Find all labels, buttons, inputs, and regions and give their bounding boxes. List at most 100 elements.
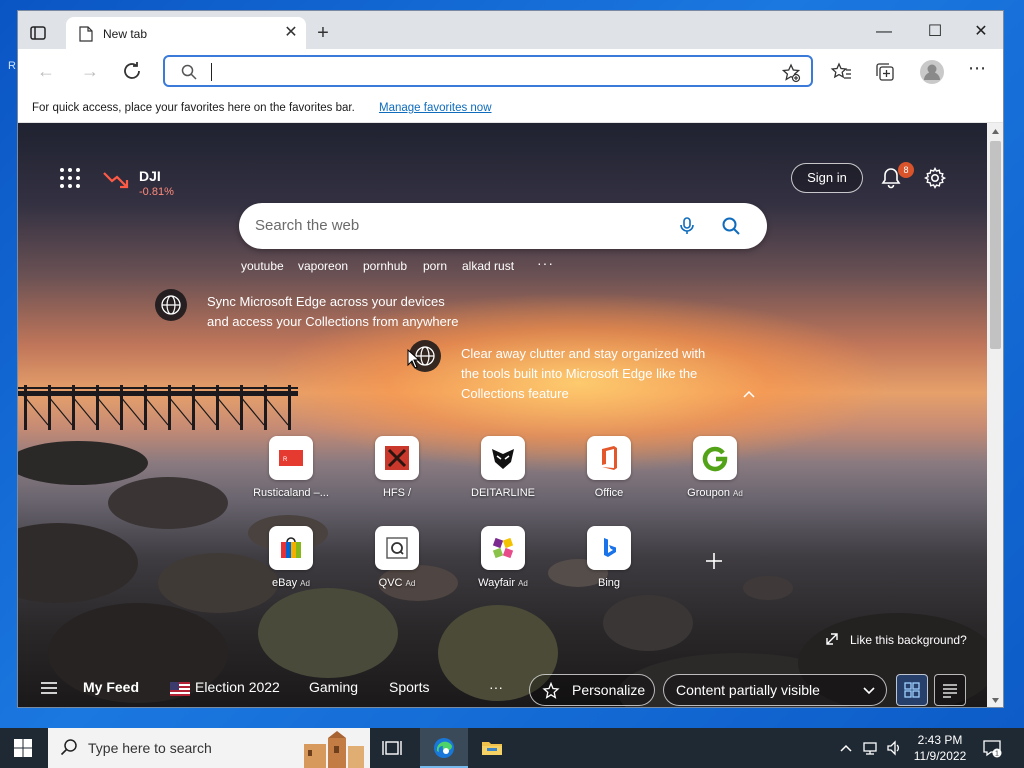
tile-label: Wayfair Ad <box>478 577 528 589</box>
task-view-button[interactable] <box>368 728 416 768</box>
system-clock[interactable]: 2:43 PM 11/9/2022 <box>912 732 968 764</box>
grid-view-button[interactable] <box>896 674 928 706</box>
tile-label: DEITARLINE <box>471 487 535 499</box>
address-bar[interactable] <box>163 55 813 87</box>
tab-election[interactable]: Election 2022 <box>195 679 280 695</box>
volume-icon[interactable] <box>886 740 902 756</box>
personalize-label: Personalize <box>572 682 646 698</box>
network-icon[interactable] <box>862 740 878 756</box>
stock-down-icon <box>103 172 129 189</box>
tab-new-tab[interactable]: New tab ✕ <box>66 17 306 49</box>
tab-sports[interactable]: Sports <box>389 679 429 695</box>
content-visibility-label: Content partially visible <box>676 682 820 698</box>
profile-avatar[interactable] <box>919 59 945 85</box>
web-search-icon[interactable] <box>721 216 741 236</box>
web-search-placeholder: Search the web <box>255 217 360 234</box>
quick-link-tile[interactable]: DEITARLINE <box>449 436 557 516</box>
tile-label: Bing <box>597 577 621 589</box>
mouse-cursor-icon <box>407 349 421 369</box>
new-tab-button[interactable]: + <box>312 23 334 45</box>
quick-link-tile[interactable]: Groupon Ad <box>661 436 769 516</box>
bing-icon <box>587 526 631 570</box>
add-shortcut-icon[interactable] <box>704 551 724 571</box>
chevron-down-icon <box>863 687 875 695</box>
tile-label: Rusticaland –... <box>253 487 329 499</box>
vertical-scrollbar[interactable] <box>987 123 1003 707</box>
tab-strip: New tab ✕ + — ☐ ✕ <box>18 11 1003 49</box>
quick-link-tile[interactable]: Office <box>555 436 663 516</box>
expand-icon[interactable] <box>825 632 839 646</box>
stock-change: -0.81% <box>139 186 174 198</box>
tile-label: QVC Ad <box>378 577 416 589</box>
deitarline-icon <box>481 436 525 480</box>
scrollbar-thumb[interactable] <box>990 141 1001 349</box>
close-tab-icon[interactable]: ✕ <box>280 22 302 44</box>
collections-tip[interactable]: Clear away clutter and stay organized wi… <box>461 344 711 404</box>
minimize-button[interactable]: — <box>870 19 898 45</box>
search-icon <box>60 739 77 756</box>
page-settings-gear-icon[interactable] <box>924 167 946 189</box>
favorites-bar: For quick access, place your favorites h… <box>18 93 1003 123</box>
taskbar-file-explorer[interactable] <box>468 728 516 768</box>
list-view-button[interactable] <box>934 674 966 706</box>
rusticaland-icon: R <box>269 436 313 480</box>
close-window-button[interactable]: ✕ <box>967 19 995 45</box>
web-search-box[interactable]: Search the web <box>239 203 767 249</box>
folder-icon <box>482 742 502 755</box>
feed-bar: My Feed Election 2022 Gaming Sports ··· … <box>18 667 987 707</box>
tab-actions-icon[interactable] <box>28 23 48 43</box>
task-view-icon <box>382 741 402 755</box>
taskbar-search-placeholder: Type here to search <box>88 740 212 756</box>
maximize-button[interactable]: ☐ <box>921 19 949 45</box>
stock-name[interactable]: DJI <box>139 168 161 184</box>
refresh-icon[interactable] <box>120 59 144 83</box>
quick-link-tile[interactable]: R Rusticaland –... <box>237 436 345 516</box>
office-icon <box>587 436 631 480</box>
taskbar-edge[interactable] <box>420 728 468 768</box>
trending-link[interactable]: pornhub <box>363 259 407 273</box>
tile-label: eBay Ad <box>272 577 310 589</box>
taskbar-search-box[interactable]: Type here to search <box>48 728 370 768</box>
trending-more-button[interactable]: ··· <box>537 255 554 271</box>
quick-link-tile[interactable]: Wayfair Ad <box>449 526 557 606</box>
groupon-icon <box>693 436 737 480</box>
action-center-icon[interactable]: 1 <box>982 738 1002 758</box>
like-background-link[interactable]: Like this background? <box>850 633 967 647</box>
page-icon <box>79 26 93 42</box>
tab-my-feed[interactable]: My Feed <box>83 679 139 695</box>
scroll-down-arrow[interactable] <box>991 697 1000 705</box>
windows-start-icon[interactable] <box>14 739 32 757</box>
new-tab-page: DJI -0.81% Sign in 8 Search the web yout… <box>18 123 987 707</box>
sync-tip[interactable]: Sync Microsoft Edge across your devices … <box>207 292 467 332</box>
menu-icon[interactable] <box>40 681 58 695</box>
trending-link[interactable]: youtube <box>241 259 284 273</box>
microphone-icon[interactable] <box>677 216 697 236</box>
trending-link[interactable]: porn <box>423 259 447 273</box>
collections-icon[interactable] <box>874 61 896 83</box>
tab-title: New tab <box>103 27 148 41</box>
quick-link-tile[interactable]: Bing <box>555 526 663 606</box>
apps-grid-icon[interactable] <box>58 166 82 190</box>
favorites-icon[interactable] <box>830 61 852 83</box>
forward-button[interactable]: → <box>76 57 104 85</box>
settings-menu-button[interactable]: ⋯ <box>966 58 988 80</box>
scroll-up-arrow[interactable] <box>991 127 1000 135</box>
show-hidden-icons-icon[interactable] <box>838 740 854 756</box>
add-favorite-icon[interactable] <box>781 63 801 83</box>
manage-favorites-link[interactable]: Manage favorites now <box>379 102 492 114</box>
clock-time: 2:43 PM <box>917 733 963 747</box>
collapse-chevron-icon[interactable] <box>742 389 756 399</box>
search-icon <box>181 64 197 80</box>
grid-icon <box>904 682 920 698</box>
quick-link-tile[interactable]: eBay Ad <box>237 526 345 606</box>
trending-link[interactable]: vaporeon <box>298 259 348 273</box>
tab-gaming[interactable]: Gaming <box>309 679 358 695</box>
personalize-button[interactable]: Personalize <box>529 674 655 706</box>
sign-in-button[interactable]: Sign in <box>791 163 863 193</box>
content-visibility-dropdown[interactable]: Content partially visible <box>663 674 887 706</box>
back-button[interactable]: ← <box>32 57 60 85</box>
trending-link[interactable]: alkad rust <box>462 259 514 273</box>
quick-link-tile[interactable]: QVC Ad <box>343 526 451 606</box>
quick-link-tile[interactable]: HFS / <box>343 436 451 516</box>
feed-more-button[interactable]: ··· <box>489 679 503 695</box>
